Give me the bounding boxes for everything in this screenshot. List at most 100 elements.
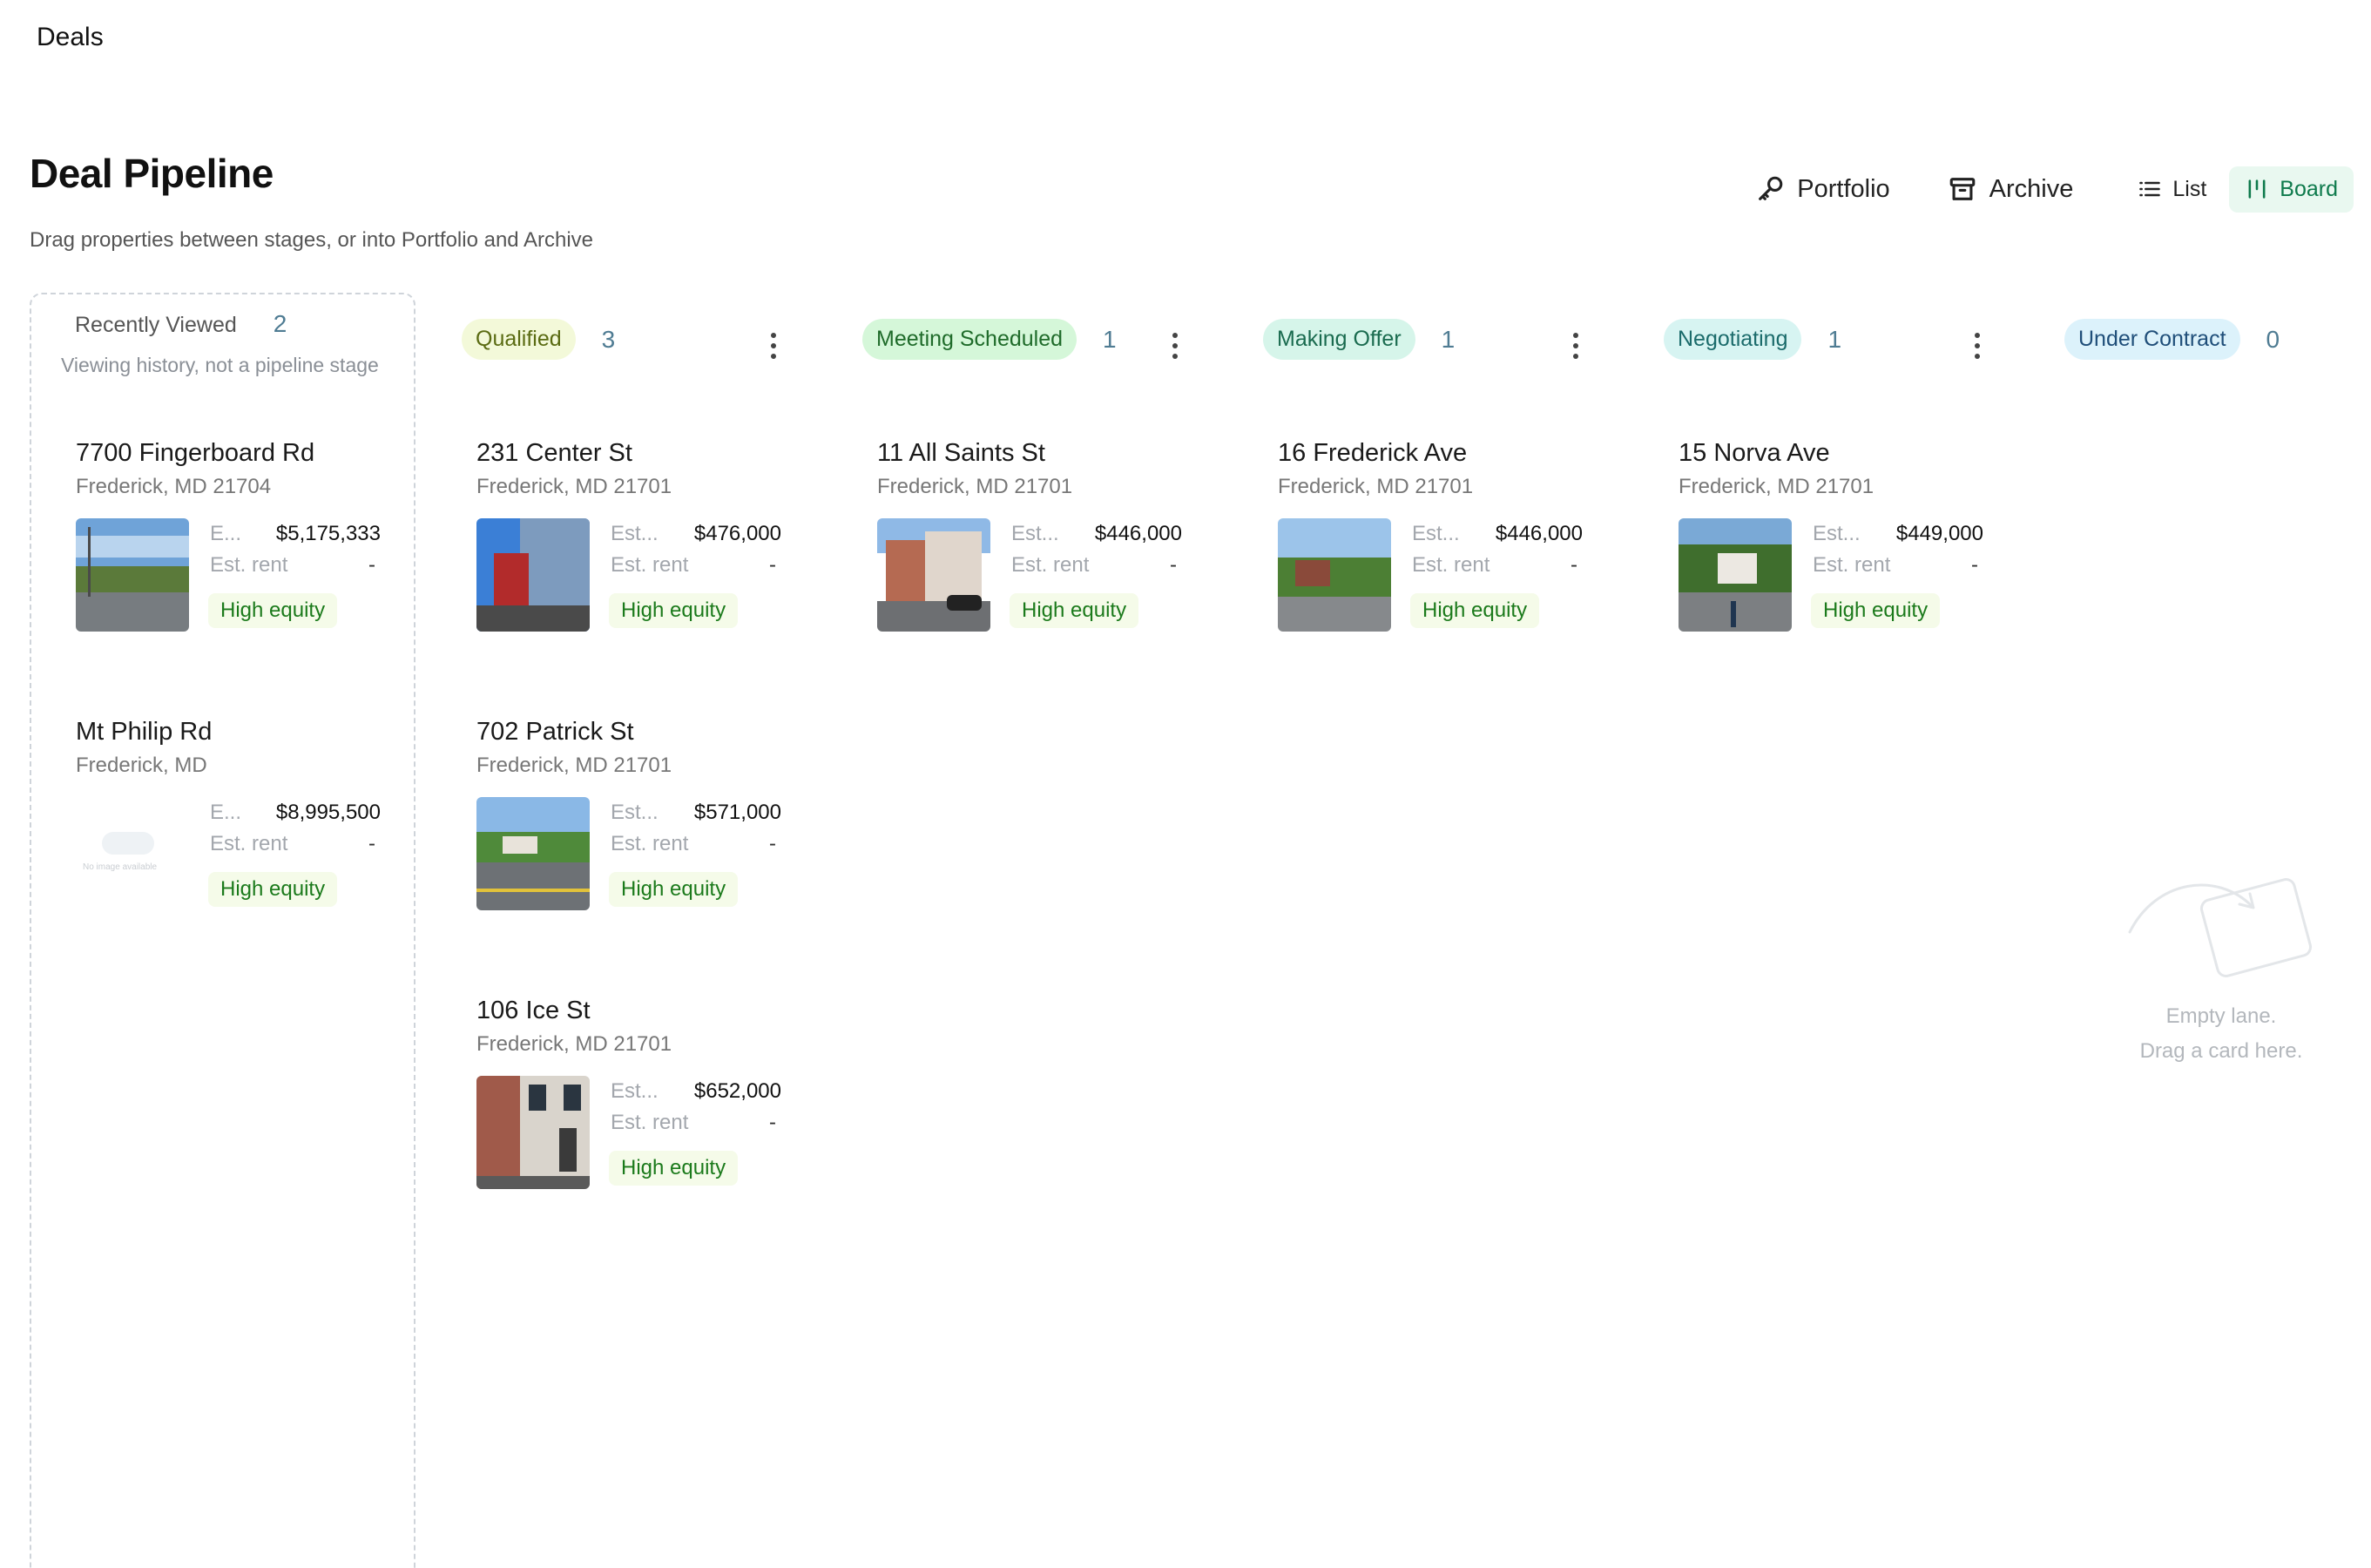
card-address: Frederick, MD 21701 [1679,475,1875,498]
board-label: Board [2280,176,2338,201]
stage-pill[interactable]: Making Offer [1263,319,1415,360]
lane-title: Recently Viewed [75,313,237,337]
drop-card-icon [2128,878,2313,977]
page-subtitle: Drag properties between stages, or into … [30,228,594,252]
est-value: $446,000 [1495,522,1583,545]
est-rent-value: - [769,1111,776,1134]
equity-badge: High equity [208,593,338,628]
card-address: Frederick, MD 21701 [1278,475,1474,498]
lane-menu-icon[interactable] [769,333,778,359]
est-value-label: E... [210,801,242,824]
view-toggle: List Board [2122,166,2354,213]
recent-header: Recently Viewed 2 [75,310,287,338]
property-card[interactable]: 16 Frederick Ave Frederick, MD 21701 Est… [1278,439,1626,632]
cloud-icon [102,832,154,855]
lane-header-making-offer: Making Offer 1 [1263,319,1455,360]
est-rent-label: Est. rent [1412,553,1490,577]
property-photo [1278,518,1391,632]
est-value: $652,000 [693,1079,781,1103]
archive-button[interactable]: Archive [1930,166,2091,213]
est-value: $5,175,333 [275,522,381,545]
app-title: Deals [37,23,104,51]
lane-count: 3 [601,325,616,353]
lane-count: 1 [1827,325,1842,353]
equity-badge: High equity [208,872,338,907]
card-title: 11 All Saints St [877,439,1045,467]
est-value-label: Est... [611,522,659,545]
list-view-button[interactable]: List [2122,166,2222,213]
property-card[interactable]: 106 Ice St Frederick, MD 21701 Est... $65… [476,997,825,1189]
equity-badge: High equity [1010,593,1139,628]
est-value-label: E... [210,522,242,545]
est-value-label: Est... [1412,522,1460,545]
stage-pill[interactable]: Qualified [462,319,576,360]
est-value-label: Est... [611,1079,659,1103]
portfolio-button[interactable]: Portfolio [1738,166,1907,213]
archive-label: Archive [1989,174,2074,203]
card-address: Frederick, MD 21701 [476,475,672,498]
property-card[interactable]: 15 Norva Ave Frederick, MD 21701 Est... $… [1679,439,2027,632]
est-value-label: Est... [611,801,659,824]
portfolio-label: Portfolio [1797,174,1890,203]
property-photo [1679,518,1792,632]
est-value: $571,000 [693,801,781,824]
property-photo [76,518,189,632]
page-title: Deal Pipeline [30,151,274,196]
lane-menu-icon[interactable] [1973,333,1982,359]
empty-lane-hint: Drag a card here. [2139,1039,2303,1063]
est-value-label: Est... [1813,522,1861,545]
property-photo [476,1076,590,1189]
card-title: 106 Ice St [476,997,591,1024]
lane-header-qualified: Qualified 3 [462,319,615,360]
lane-subtitle: Viewing history, not a pipeline stage [61,354,379,376]
property-card[interactable]: 702 Patrick St Frederick, MD 21701 Est..… [476,718,825,910]
equity-badge: High equity [1410,593,1540,628]
property-card[interactable]: 11 All Saints St Frederick, MD 21701 Est… [877,439,1226,632]
header-actions: Portfolio Archive List Board [1715,166,2354,213]
est-value: $446,000 [1094,522,1182,545]
list-label: List [2172,176,2207,201]
property-photo [476,518,590,632]
equity-badge: High equity [609,872,739,907]
property-card[interactable]: 231 Center St Frederick, MD 21701 Est...… [476,439,825,632]
property-card[interactable]: 7700 Fingerboard Rd Frederick, MD 21704 … [76,439,424,632]
card-address: Frederick, MD 21701 [476,1032,672,1056]
list-icon [2139,181,2161,197]
est-rent-label: Est. rent [611,1111,689,1134]
equity-badge: High equity [609,1151,739,1186]
est-rent-label: Est. rent [611,832,689,855]
board-view-button[interactable]: Board [2229,166,2354,213]
lane-menu-icon[interactable] [1571,333,1580,359]
lane-header-negotiating: Negotiating 1 [1664,319,1841,360]
est-rent-value: - [1971,553,1978,577]
lane-menu-icon[interactable] [1171,333,1179,359]
est-rent-value: - [1170,553,1177,577]
key-icon [1759,176,1783,200]
no-image-text: No image available [83,862,158,872]
lane-count: 0 [2266,325,2280,353]
card-title: 16 Frederick Ave [1278,439,1468,467]
lane-count: 1 [1103,325,1117,353]
empty-lane-title: Empty lane. [2165,1004,2277,1028]
est-value-label: Est... [1011,522,1059,545]
property-photo [877,518,990,632]
card-title: 15 Norva Ave [1679,439,1830,467]
lane-count: 1 [1441,325,1456,353]
card-title: Mt Philip Rd [76,718,213,746]
est-rent-label: Est. rent [210,832,288,855]
lane-header-meeting-scheduled: Meeting Scheduled 1 [862,319,1117,360]
stage-pill[interactable]: Meeting Scheduled [862,319,1077,360]
property-card[interactable]: Mt Philip Rd Frederick, MD No image avai… [76,718,424,910]
est-rent-label: Est. rent [611,553,689,577]
est-value: $449,000 [1895,522,1983,545]
property-photo [476,797,590,910]
est-value: $476,000 [693,522,781,545]
card-title: 231 Center St [476,439,632,467]
stage-pill[interactable]: Negotiating [1664,319,1802,360]
empty-lane-dropzone[interactable]: Empty lane. Drag a card here. [2082,871,2361,1069]
card-address: Frederick, MD 21701 [476,754,672,777]
lane-header-under-contract: Under Contract 0 [2064,319,2280,360]
est-rent-label: Est. rent [1011,553,1090,577]
est-value: $8,995,500 [275,801,381,824]
stage-pill[interactable]: Under Contract [2064,319,2240,360]
